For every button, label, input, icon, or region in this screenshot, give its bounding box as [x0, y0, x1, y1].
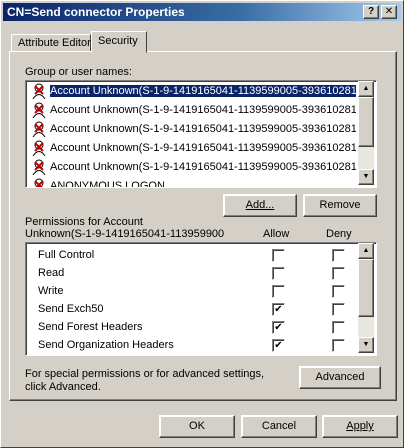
- unknown-user-icon: [31, 102, 47, 119]
- unknown-user-icon: [31, 83, 47, 100]
- user-list-scrollbar[interactable]: ▲ ▼: [358, 81, 374, 185]
- advanced-info-line2: click Advanced.: [25, 381, 101, 393]
- advanced-info-line1: For special permissions or for advanced …: [25, 368, 265, 380]
- unknown-user-icon: [31, 159, 47, 176]
- user-name: Account Unknown(S-1-9-1419165041-1139599…: [49, 84, 356, 98]
- tab-label: Attribute Editor: [18, 37, 91, 49]
- permission-name: Send Organization Headers: [38, 339, 174, 351]
- allow-checkbox[interactable]: ✔: [272, 321, 285, 334]
- help-icon: ?: [367, 6, 375, 17]
- properties-dialog: CN=Send connector Properties ? ✕ Attribu…: [0, 0, 404, 448]
- permission-name: Read: [38, 267, 65, 279]
- cancel-button-label: Cancel: [261, 420, 297, 432]
- permissions-header-line1: Permissions for Account: [25, 216, 143, 228]
- permission-name: Full Control: [38, 249, 95, 261]
- close-icon: ✕: [384, 6, 394, 17]
- user-list-item[interactable]: Account Unknown(S-1-9-1419165041-1139599…: [28, 101, 356, 120]
- user-list-item[interactable]: Account Unknown(S-1-9-1419165041-1139599…: [28, 82, 356, 101]
- help-button[interactable]: ?: [363, 5, 379, 19]
- window-title: CN=Send connector Properties: [7, 5, 185, 19]
- permission-row: Send Organization Headers ✔: [26, 337, 366, 355]
- user-name: ANONYMOUS LOGON: [50, 180, 165, 188]
- allow-checkbox[interactable]: [272, 249, 285, 262]
- title-bar: CN=Send connector Properties ? ✕: [3, 3, 401, 21]
- scroll-thumb[interactable]: [358, 259, 374, 317]
- deny-column-header: Deny: [326, 228, 352, 240]
- ok-button-label: OK: [189, 420, 205, 432]
- deny-checkbox[interactable]: [332, 339, 345, 352]
- scroll-thumb[interactable]: [358, 97, 374, 147]
- ok-button[interactable]: OK: [159, 415, 235, 438]
- add-button-label: Add...: [245, 199, 275, 211]
- permission-name: Write: [38, 285, 64, 297]
- deny-checkbox[interactable]: [332, 321, 345, 334]
- unknown-user-icon: [31, 140, 47, 157]
- allow-column-header: Allow: [263, 228, 290, 240]
- permission-row: Send Forest Headers ✔: [26, 319, 366, 337]
- permission-row: Send Exch50 ✔: [26, 301, 366, 319]
- apply-button[interactable]: Apply: [322, 415, 398, 438]
- unknown-user-icon: [31, 178, 47, 187]
- cancel-button[interactable]: Cancel: [241, 415, 317, 438]
- apply-button-label: Apply: [346, 420, 374, 432]
- permission-name: Send Forest Headers: [38, 321, 143, 333]
- deny-checkbox[interactable]: [332, 267, 345, 280]
- user-name: Account Unknown(S-1-9-1419165041-1139599…: [50, 142, 356, 154]
- permissions-list[interactable]: Full Control Read Write Send Exch50 ✔ Send Fo…: [25, 242, 377, 356]
- allow-checkbox[interactable]: [272, 267, 285, 280]
- user-name: Account Unknown(S-1-9-1419165041-1139599…: [50, 161, 356, 173]
- user-list-item[interactable]: Account Unknown(S-1-9-1419165041-1139599…: [28, 139, 356, 158]
- tab-label: Security: [98, 35, 138, 47]
- allow-checkbox[interactable]: [272, 285, 285, 298]
- permission-row: Full Control: [26, 247, 366, 265]
- add-button[interactable]: Add...: [223, 194, 297, 217]
- user-list[interactable]: Account Unknown(S-1-9-1419165041-1139599…: [25, 80, 377, 188]
- user-name: Account Unknown(S-1-9-1419165041-1139599…: [50, 104, 356, 116]
- permissions-scrollbar[interactable]: ▲ ▼: [358, 243, 374, 353]
- user-list-item[interactable]: Account Unknown(S-1-9-1419165041-1139599…: [28, 158, 356, 177]
- unknown-user-icon: [31, 121, 47, 138]
- allow-checkbox[interactable]: ✔: [272, 339, 285, 352]
- permission-name: Send Exch50: [38, 303, 104, 315]
- deny-checkbox[interactable]: [332, 285, 345, 298]
- permissions-header-line2: Unknown(S-1-9-1419165041-113959900: [25, 228, 225, 240]
- scroll-down-button[interactable]: ▼: [358, 337, 374, 353]
- remove-button[interactable]: Remove: [303, 194, 377, 217]
- close-button[interactable]: ✕: [381, 5, 397, 19]
- deny-checkbox[interactable]: [332, 303, 345, 316]
- user-list-item[interactable]: Account Unknown(S-1-9-1419165041-1139599…: [28, 120, 356, 139]
- deny-checkbox[interactable]: [332, 249, 345, 262]
- security-tab-panel: Group or user names: Account Unknown(S-1…: [9, 51, 397, 401]
- group-or-user-names-label: Group or user names:: [25, 66, 132, 78]
- permission-row: Read: [26, 265, 366, 283]
- permission-row: Write: [26, 283, 366, 301]
- scroll-up-button[interactable]: ▲: [358, 81, 374, 97]
- remove-button-label: Remove: [319, 199, 361, 211]
- advanced-button[interactable]: Advanced: [299, 366, 381, 389]
- tab-attribute-editor[interactable]: Attribute Editor: [11, 34, 91, 52]
- allow-checkbox[interactable]: ✔: [272, 303, 285, 316]
- tab-security[interactable]: Security: [91, 31, 147, 53]
- scroll-down-button[interactable]: ▼: [358, 169, 374, 185]
- advanced-button-label: Advanced: [315, 371, 365, 383]
- scroll-up-button[interactable]: ▲: [358, 243, 374, 259]
- user-name: Account Unknown(S-1-9-1419165041-1139599…: [50, 123, 356, 135]
- user-list-item[interactable]: ANONYMOUS LOGON: [28, 177, 356, 188]
